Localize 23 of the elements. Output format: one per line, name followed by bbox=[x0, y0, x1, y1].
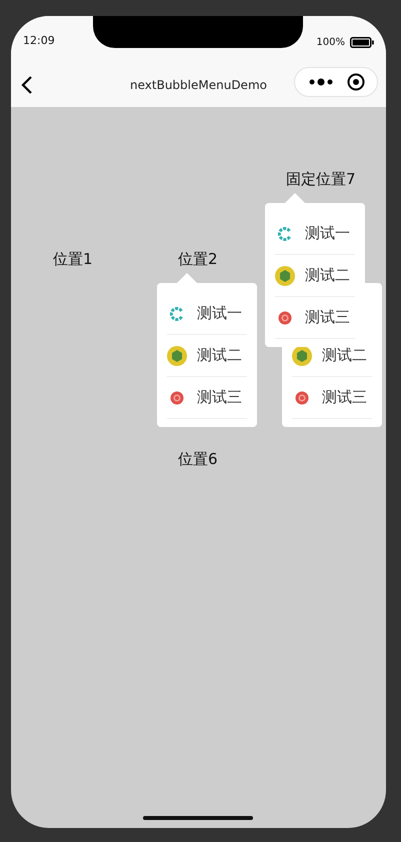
position-label[interactable]: 位置6 bbox=[178, 450, 218, 469]
menu-item[interactable]: 测试一 bbox=[167, 293, 247, 335]
menu-item[interactable]: 测试三 bbox=[167, 377, 247, 419]
battery-icon bbox=[350, 37, 374, 48]
menu-item[interactable]: 测试三 bbox=[292, 377, 372, 419]
close-icon[interactable] bbox=[346, 73, 364, 91]
target-icon bbox=[170, 390, 184, 404]
menu-item[interactable]: 测试二 bbox=[167, 335, 247, 377]
position-label[interactable]: 位置2 bbox=[178, 250, 218, 269]
battery-percent: 100% bbox=[316, 37, 345, 48]
refresh-icon bbox=[170, 306, 184, 320]
target-icon bbox=[278, 310, 292, 324]
status-time: 12:09 bbox=[23, 34, 55, 47]
more-icon[interactable] bbox=[308, 77, 334, 87]
position-label[interactable]: 位置1 bbox=[53, 250, 93, 269]
page-title: nextBubbleMenuDemo bbox=[130, 78, 267, 92]
target-icon bbox=[295, 390, 309, 404]
back-icon[interactable] bbox=[21, 74, 33, 94]
refresh-icon bbox=[278, 226, 292, 240]
menu-item[interactable]: 测试二 bbox=[275, 255, 355, 297]
menu-item[interactable]: 测试三 bbox=[275, 297, 355, 339]
position-label[interactable]: 固定位置7 bbox=[286, 170, 356, 189]
menu-item[interactable]: 测试一 bbox=[275, 213, 355, 255]
